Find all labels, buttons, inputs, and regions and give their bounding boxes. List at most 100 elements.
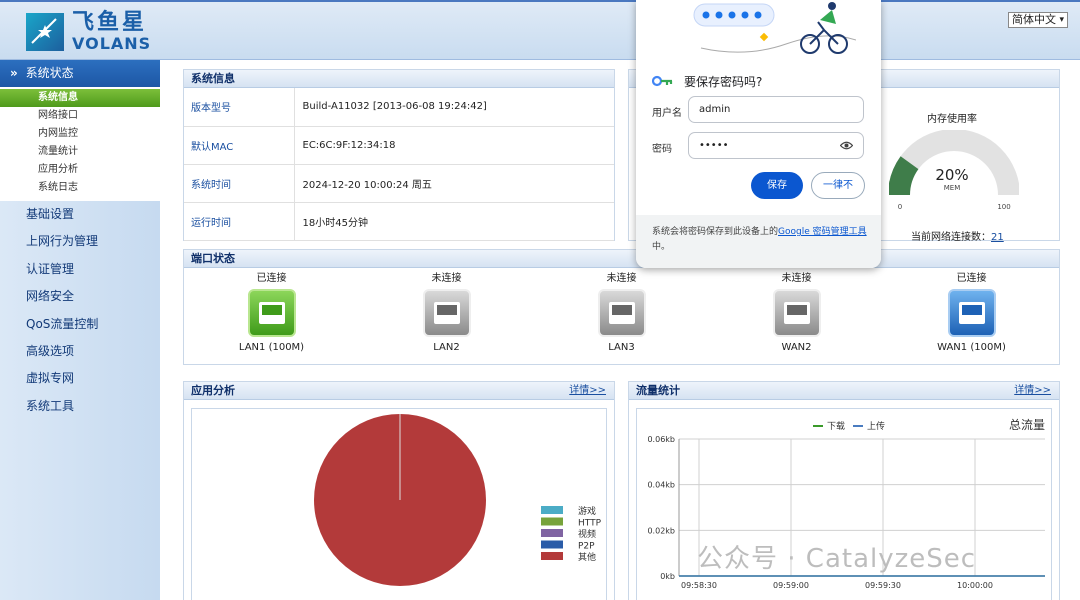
app-analysis-panel: 应用分析 详情>> 游戏 HTTP 视频 P2P 其他 (183, 381, 615, 600)
port-status-panel: 端口状态 已连接 LAN1 (100M) 未连接 LAN2 未连接 LAN3 未… (183, 249, 1060, 365)
system-info-title: 系统信息 (184, 70, 614, 88)
language-value: 简体中文 (1012, 13, 1056, 26)
port-status: 未连接 (781, 273, 812, 284)
legend-label: HTTP (578, 519, 602, 529)
footer-text: 系统会将密码保存到此设备上的 (652, 227, 779, 237)
header: 飞鱼星 VOLANS 简体中文 ▾ (0, 0, 1080, 60)
key-icon (652, 75, 673, 87)
dialog-title: 要保存密码吗? (684, 75, 763, 89)
info-key: 运行时间 (184, 202, 295, 241)
info-key: 版本型号 (184, 88, 295, 127)
sidebar-sub-item[interactable]: 应用分析 (0, 161, 160, 179)
ethernet-port-icon (422, 289, 471, 337)
sidebar: » 系统状态 系统信息 网络接口 内网监控 流量统计 应用分析 系统日志 基础设… (0, 60, 160, 600)
info-value: 18小时45分钟 (294, 202, 614, 241)
sidebar-sub-item[interactable]: 网络接口 (0, 107, 160, 125)
system-info-table: 版本型号 Build-A11032 [2013-06-08 19:24:42] … (184, 88, 614, 241)
traffic-more-link[interactable]: 详情>> (1014, 382, 1051, 400)
port-item: 未连接 LAN3 (562, 271, 682, 355)
table-row: 系统时间 2024-12-20 10:00:24 周五 (184, 164, 614, 203)
port-name: LAN1 (100M) (238, 342, 305, 353)
port-status: 未连接 (606, 273, 637, 284)
info-key: 默认MAC (184, 126, 295, 165)
sidebar-section-label: 系统状态 (25, 66, 74, 80)
sidebar-item[interactable]: 高级选项 (0, 338, 160, 365)
dialog-footer: 系统会将密码保存到此设备上的Google 密码管理工具中。 (636, 215, 881, 268)
sidebar-sub-list: 系统信息 网络接口 内网监控 流量统计 应用分析 系统日志 (0, 87, 160, 201)
logo: 飞鱼星 VOLANS (26, 12, 151, 52)
info-value: Build-A11032 [2013-06-08 19:24:42] (294, 88, 614, 127)
x-tick-label: 09:58:30 (681, 581, 717, 590)
system-info-panel: 系统信息 版本型号 Build-A11032 [2013-06-08 19:24… (183, 69, 615, 241)
sidebar-sub-item[interactable]: 系统信息 (0, 89, 160, 107)
chevron-down-icon: ▾ (1059, 15, 1064, 25)
gauge-min: 0 (898, 203, 902, 210)
info-key: 系统时间 (184, 164, 295, 203)
sidebar-item[interactable]: 基础设置 (0, 201, 160, 228)
sidebar-sub-item[interactable]: 内网监控 (0, 125, 160, 143)
app-analysis-title: 应用分析 (191, 384, 235, 397)
app-analysis-more-link[interactable]: 详情>> (569, 382, 606, 400)
table-row: 默认MAC EC:6C:9F:12:34:18 (184, 126, 614, 165)
port-item: 已连接 WAN1 (100M) (912, 271, 1032, 355)
ethernet-port-icon (247, 289, 296, 337)
double-chevron-down-icon: » (10, 66, 18, 80)
logo-cn-text: 飞鱼星 (72, 10, 148, 35)
port-name: WAN1 (100M) (937, 342, 1006, 353)
watermark: 公众号 · CatalyzeSec (697, 544, 977, 574)
password-illustration-icon (693, 2, 856, 54)
port-status-title: 端口状态 (184, 250, 1059, 268)
legend-label: 其他 (578, 551, 596, 563)
password-value: ••••• (699, 140, 729, 151)
ethernet-port-icon (597, 289, 646, 337)
info-value: 2024-12-20 10:00:24 周五 (294, 164, 614, 203)
sidebar-item[interactable]: 上网行为管理 (0, 228, 160, 255)
x-tick-label: 10:00:00 (957, 581, 993, 590)
port-item: 未连接 WAN2 (737, 271, 857, 355)
sidebar-item[interactable]: 认证管理 (0, 256, 160, 283)
username-label: 用户名 (652, 108, 682, 119)
sidebar-sub-item[interactable]: 流量统计 (0, 143, 160, 161)
legend-label: 下载 (827, 420, 845, 432)
port-item: 已连接 LAN1 (100M) (212, 271, 332, 355)
sidebar-item[interactable]: QoS流量控制 (0, 311, 160, 338)
username-field[interactable]: admin (688, 96, 864, 123)
traffic-title: 流量统计 (636, 384, 680, 397)
y-tick-label: 0.04kb (647, 481, 675, 490)
logo-star-icon (26, 13, 64, 51)
logo-en-text: VOLANS (72, 34, 152, 53)
pie-chart-svg: 游戏 HTTP视频 P2P其他 (314, 414, 602, 586)
save-button[interactable]: 保存 (751, 172, 803, 199)
port-name: LAN3 (608, 342, 635, 353)
sidebar-item[interactable]: 虚拟专网 (0, 365, 160, 392)
legend-swatch (541, 517, 563, 526)
legend-swatch (541, 529, 563, 537)
connection-count: 当前网络连接数：21 (911, 228, 1004, 243)
password-manager-link[interactable]: Google 密码管理工具 (778, 227, 867, 237)
eye-icon[interactable] (840, 141, 853, 150)
password-field[interactable]: ••••• (688, 132, 864, 159)
y-tick-label: 0.02kb (647, 526, 675, 535)
conn-count-link[interactable]: 21 (991, 232, 1004, 243)
port-status: 已连接 (956, 273, 987, 284)
info-value: EC:6C:9F:12:34:18 (294, 126, 614, 165)
never-button[interactable]: 一律不 (811, 172, 865, 199)
mem-value: 20% (935, 166, 968, 184)
table-row: 运行时间 18小时45分钟 (184, 202, 614, 241)
legend-label: 视频 (578, 528, 596, 540)
sidebar-sub-item[interactable]: 系统日志 (0, 179, 160, 197)
port-item: 未连接 LAN2 (387, 271, 507, 355)
traffic-header: 流量统计 详情>> (629, 382, 1059, 400)
legend-label: 游戏 (578, 505, 596, 517)
sidebar-item[interactable]: 网络安全 (0, 283, 160, 310)
legend-swatch (541, 506, 563, 514)
legend-swatch (541, 552, 563, 560)
language-select[interactable]: 简体中文 ▾ (1008, 12, 1068, 28)
y-tick-label: 0.06kb (647, 435, 675, 444)
port-status: 已连接 (256, 273, 287, 284)
sidebar-section-system-status[interactable]: » 系统状态 (0, 60, 160, 87)
legend-label: P2P (578, 542, 595, 552)
chart-title: 总流量 (1009, 418, 1045, 432)
sidebar-item[interactable]: 系统工具 (0, 393, 160, 420)
mem-title: 内存使用率 (927, 114, 977, 125)
